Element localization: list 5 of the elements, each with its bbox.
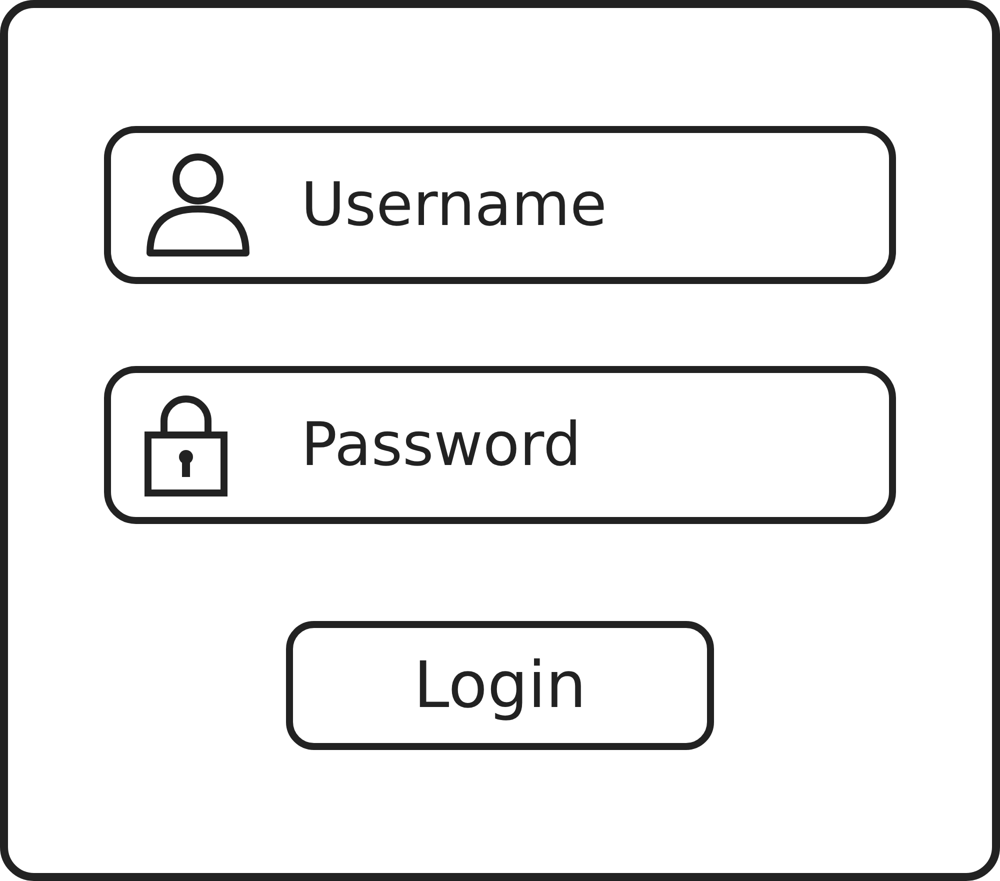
lock-icon [144,393,228,497]
login-button[interactable]: Login [286,621,714,750]
username-field[interactable]: Username [104,126,896,284]
password-field[interactable]: Password [104,366,896,524]
user-icon [144,151,252,259]
